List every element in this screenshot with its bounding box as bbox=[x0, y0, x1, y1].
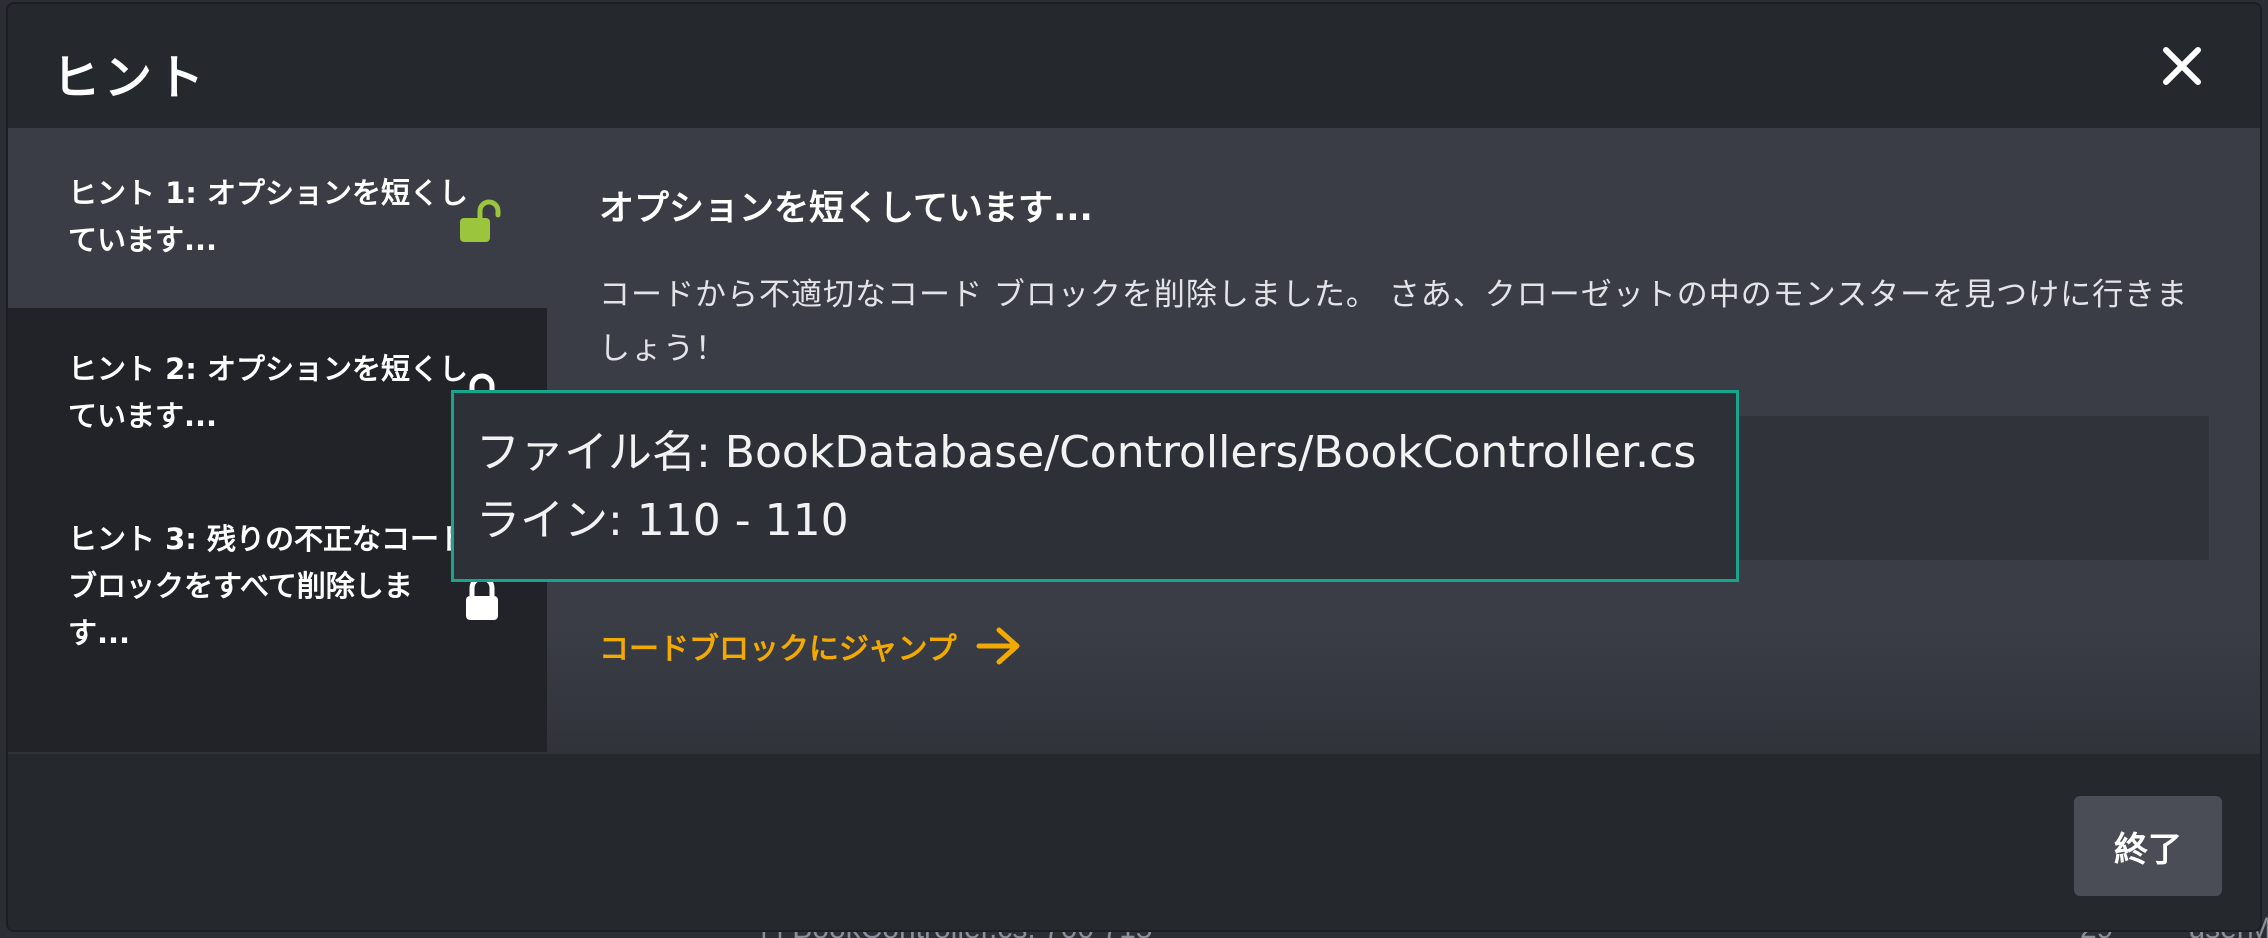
modal-header: ヒント bbox=[8, 4, 2260, 128]
hint-item-label: ヒント 1: オプションを短くしています... bbox=[68, 176, 468, 257]
close-button[interactable] bbox=[2160, 44, 2204, 88]
jump-link-label: コードブロックにジャンプ bbox=[599, 632, 957, 667]
hint-item-label: ヒント 2: オプションを短くしています... bbox=[68, 352, 468, 433]
hint-item-label: ヒント 3: 残りの不正なコードブロックをすべて削除します... bbox=[68, 522, 468, 650]
arrow-right-icon bbox=[976, 627, 1020, 665]
exit-button[interactable]: 終了 bbox=[2074, 796, 2222, 896]
tooltip-file: ファイル名: BookDatabase/Controllers/BookCont… bbox=[476, 427, 1697, 478]
modal-title: ヒント bbox=[52, 50, 209, 106]
modal-footer: 終了 bbox=[8, 752, 2260, 930]
hint-description: コードから不適切なコード ブロックを削除しました。 さあ、クローゼットの中のモン… bbox=[599, 277, 2189, 367]
tooltip-lines: ライン: 110 - 110 bbox=[476, 495, 849, 546]
unlocked-lock-icon bbox=[460, 199, 501, 242]
jump-to-code-link[interactable]: コードブロックにジャンプ bbox=[599, 624, 1023, 668]
hint-title: オプションを短くしています... bbox=[599, 189, 1093, 229]
hint-item-1[interactable]: ヒント 1: オプションを短くしています... bbox=[8, 128, 547, 308]
close-icon bbox=[2163, 47, 2201, 85]
code-location-tooltip: ファイル名: BookDatabase/Controllers/BookCont… bbox=[451, 390, 1739, 582]
